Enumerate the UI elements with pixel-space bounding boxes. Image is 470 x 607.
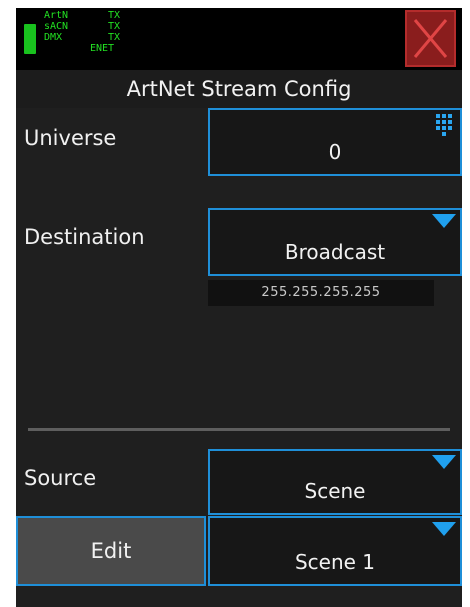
status-sacn-state: TX (108, 21, 121, 32)
scene-value: Scene 1 (294, 550, 376, 574)
status-dmx-state: TX (108, 32, 121, 43)
keypad-icon (436, 114, 456, 136)
close-button[interactable] (405, 10, 456, 67)
destination-dropdown[interactable]: Broadcast (208, 208, 462, 276)
source-dropdown[interactable]: Scene (208, 449, 462, 515)
status-artnet-label: ArtN (44, 10, 69, 21)
close-icon (413, 19, 448, 58)
status-dmx-label: DMX (44, 32, 63, 43)
scene-dropdown[interactable]: Scene 1 (208, 516, 462, 586)
universe-value: 0 (328, 140, 342, 164)
destination-ip: 255.255.255.255 (208, 280, 434, 306)
edit-button[interactable]: Edit (16, 516, 206, 586)
destination-value: Broadcast (284, 240, 386, 264)
status-bar: ArtN TX sACN TX DMX TX ENET (16, 8, 462, 70)
destination-label: Destination (24, 225, 145, 249)
dropdown-arrow-icon (432, 522, 456, 536)
status-network-label: ENET (90, 43, 115, 54)
universe-field[interactable]: 0 (208, 108, 462, 176)
universe-label: Universe (24, 126, 117, 150)
dropdown-arrow-icon (432, 214, 456, 228)
dropdown-arrow-icon (432, 455, 456, 469)
page-title: ArtNet Stream Config (16, 70, 462, 108)
section-divider (28, 428, 450, 431)
device-screen: ArtN TX sACN TX DMX TX ENET ArtNet Strea… (16, 8, 462, 607)
status-sacn-label: sACN (44, 21, 69, 32)
battery-icon (24, 24, 36, 54)
source-value: Scene (304, 479, 366, 503)
source-label: Source (24, 466, 97, 490)
status-artnet-state: TX (108, 10, 121, 21)
